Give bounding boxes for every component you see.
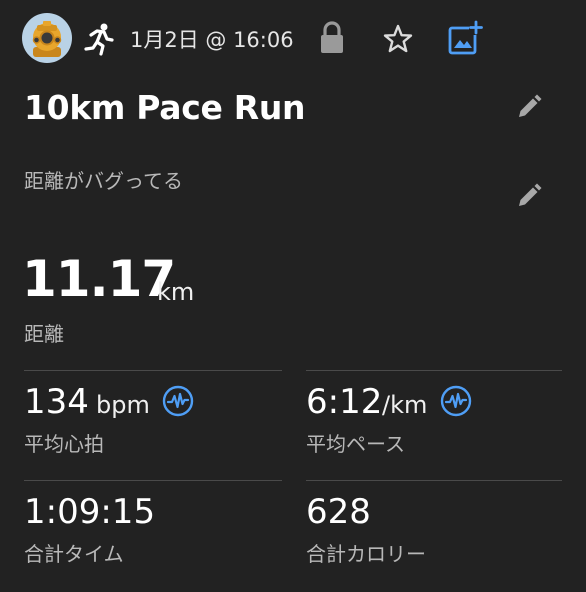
lock-icon[interactable] — [318, 20, 346, 56]
total-calories-value: 628 — [306, 492, 371, 532]
avg-heart-rate-unit: bpm — [96, 391, 150, 419]
running-person-icon — [82, 22, 116, 56]
edit-pencil-icon[interactable] — [514, 181, 544, 211]
activity-title: 10km Pace Run — [24, 88, 306, 127]
distance-value: 11.17 — [22, 250, 176, 308]
divider — [306, 480, 562, 481]
add-photo-icon[interactable] — [447, 20, 483, 56]
avg-pace-unit: /km — [382, 391, 428, 419]
divider — [306, 370, 562, 371]
distance-label: 距離 — [24, 322, 64, 346]
avg-heart-rate-value: 134 — [24, 382, 89, 422]
avatar[interactable] — [22, 13, 72, 63]
avg-pace-value: 6:12 — [306, 382, 383, 422]
avg-pace-label: 平均ペース — [306, 432, 405, 456]
activity-date-time: 1月2日 @ 16:06 — [130, 28, 294, 52]
avg-heart-rate-label: 平均心拍 — [24, 432, 104, 456]
distance-unit: km — [157, 278, 195, 306]
pulse-chart-icon[interactable] — [162, 385, 194, 417]
activity-note: 距離がバグってる — [24, 169, 183, 193]
diving-helmet-icon — [32, 21, 62, 57]
total-time-label: 合計タイム — [24, 542, 124, 566]
total-time-value: 1:09:15 — [24, 492, 156, 532]
edit-pencil-icon[interactable] — [514, 92, 544, 122]
divider — [24, 480, 282, 481]
star-outline-icon[interactable] — [382, 23, 414, 55]
total-calories-label: 合計カロリー — [306, 542, 426, 566]
divider — [24, 370, 282, 371]
pulse-chart-icon[interactable] — [440, 385, 472, 417]
